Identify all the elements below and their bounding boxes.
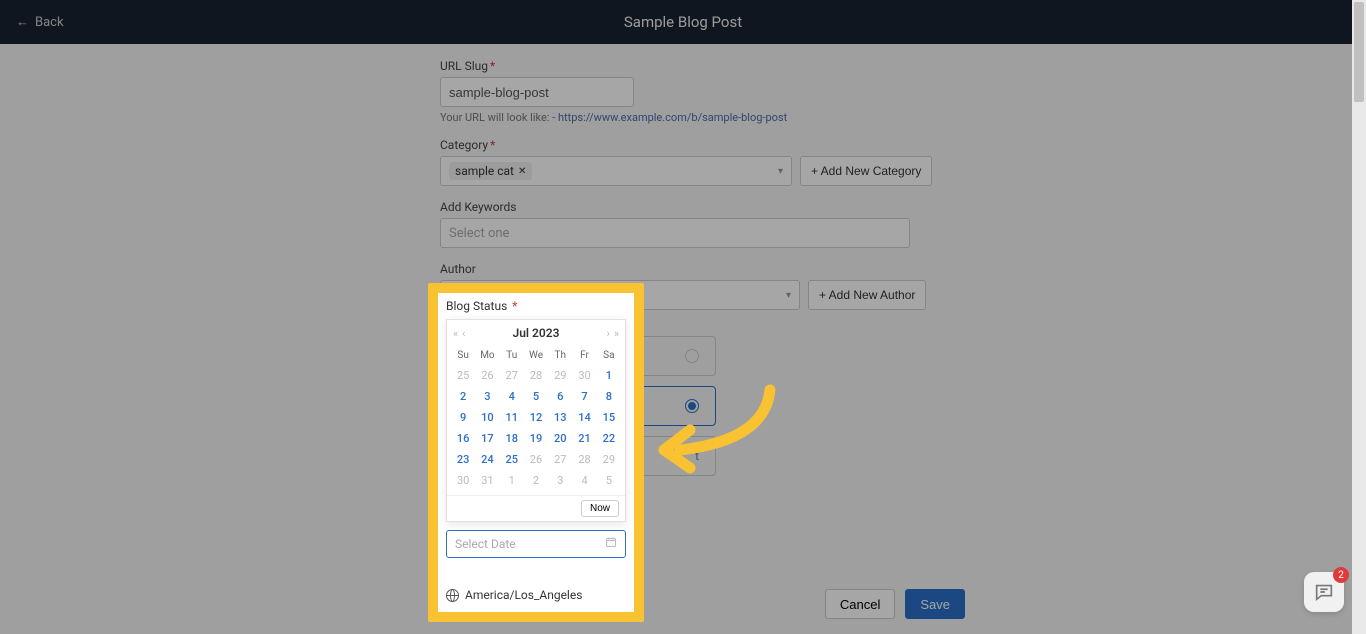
calendar-day[interactable]: 19 bbox=[524, 428, 548, 449]
calendar-day[interactable]: 20 bbox=[548, 428, 572, 449]
calendar-day[interactable]: 22 bbox=[597, 428, 621, 449]
next-year-icon[interactable]: » bbox=[614, 327, 619, 340]
now-button[interactable]: Now bbox=[581, 500, 619, 517]
calendar-dow: Sa bbox=[597, 346, 621, 365]
globe-icon bbox=[446, 589, 459, 602]
scrollbar[interactable] bbox=[1352, 0, 1366, 634]
next-month-icon[interactable]: › bbox=[607, 327, 610, 340]
calendar-dow: Th bbox=[548, 346, 572, 365]
calendar-day[interactable]: 28 bbox=[524, 365, 548, 386]
calendar-day[interactable]: 26 bbox=[475, 365, 499, 386]
calendar-day[interactable]: 16 bbox=[451, 428, 475, 449]
blog-status-label: Blog Status * bbox=[446, 299, 626, 313]
calendar-day[interactable]: 7 bbox=[572, 386, 596, 407]
calendar-day[interactable]: 15 bbox=[597, 407, 621, 428]
calendar-day[interactable]: 30 bbox=[451, 470, 475, 491]
calendar-day[interactable]: 2 bbox=[524, 470, 548, 491]
calendar-day[interactable]: 5 bbox=[597, 470, 621, 491]
calendar-day[interactable]: 27 bbox=[548, 449, 572, 470]
calendar-day[interactable]: 3 bbox=[548, 470, 572, 491]
scrollbar-thumb[interactable] bbox=[1354, 2, 1364, 102]
calendar-day[interactable]: 17 bbox=[475, 428, 499, 449]
calendar-day[interactable]: 2 bbox=[451, 386, 475, 407]
blog-status-panel: Blog Status * « ‹ Jul 2023 › » SuMoTuWeT… bbox=[428, 283, 644, 622]
calendar-day[interactable]: 4 bbox=[572, 470, 596, 491]
timezone-row[interactable]: America/Los_Angeles bbox=[446, 588, 626, 602]
calendar-day[interactable]: 14 bbox=[572, 407, 596, 428]
calendar-day[interactable]: 13 bbox=[548, 407, 572, 428]
date-picker: « ‹ Jul 2023 › » SuMoTuWeThFrSa252627282… bbox=[446, 319, 626, 522]
calendar-day[interactable]: 29 bbox=[597, 449, 621, 470]
prev-month-icon[interactable]: ‹ bbox=[462, 327, 465, 340]
calendar-icon bbox=[605, 536, 617, 552]
calendar-dow: Fr bbox=[572, 346, 596, 365]
calendar-day[interactable]: 4 bbox=[500, 386, 524, 407]
calendar-day[interactable]: 25 bbox=[500, 449, 524, 470]
calendar-day[interactable]: 25 bbox=[451, 365, 475, 386]
calendar-dow: Su bbox=[451, 346, 475, 365]
date-placeholder: Select Date bbox=[455, 537, 516, 551]
calendar-day[interactable]: 12 bbox=[524, 407, 548, 428]
calendar-day[interactable]: 24 bbox=[475, 449, 499, 470]
calendar-dow: Tu bbox=[500, 346, 524, 365]
calendar-footer: Now bbox=[447, 495, 625, 521]
calendar-day[interactable]: 30 bbox=[572, 365, 596, 386]
calendar-day[interactable]: 31 bbox=[475, 470, 499, 491]
calendar-day[interactable]: 23 bbox=[451, 449, 475, 470]
calendar-day[interactable]: 1 bbox=[500, 470, 524, 491]
calendar-day[interactable]: 9 bbox=[451, 407, 475, 428]
chat-widget[interactable]: 2 bbox=[1304, 572, 1344, 612]
calendar-day[interactable]: 29 bbox=[548, 365, 572, 386]
chat-icon bbox=[1313, 581, 1335, 603]
calendar-day[interactable]: 6 bbox=[548, 386, 572, 407]
calendar-day[interactable]: 3 bbox=[475, 386, 499, 407]
calendar-month[interactable]: Jul 2023 bbox=[513, 326, 560, 340]
calendar-day[interactable]: 21 bbox=[572, 428, 596, 449]
required-asterisk: * bbox=[512, 299, 517, 313]
prev-year-icon[interactable]: « bbox=[453, 327, 458, 340]
calendar-day[interactable]: 1 bbox=[597, 365, 621, 386]
calendar-day[interactable]: 28 bbox=[572, 449, 596, 470]
date-input[interactable]: Select Date bbox=[446, 530, 626, 558]
chat-badge: 2 bbox=[1333, 567, 1349, 583]
calendar-day[interactable]: 18 bbox=[500, 428, 524, 449]
calendar-day[interactable]: 26 bbox=[524, 449, 548, 470]
calendar-header: « ‹ Jul 2023 › » bbox=[447, 320, 625, 346]
calendar-day[interactable]: 27 bbox=[500, 365, 524, 386]
calendar-day[interactable]: 8 bbox=[597, 386, 621, 407]
timezone-label: America/Los_Angeles bbox=[465, 588, 582, 602]
calendar-day[interactable]: 10 bbox=[475, 407, 499, 428]
calendar-grid: SuMoTuWeThFrSa25262728293012345678910111… bbox=[447, 346, 625, 495]
calendar-dow: Mo bbox=[475, 346, 499, 365]
calendar-day[interactable]: 5 bbox=[524, 386, 548, 407]
modal-overlay bbox=[0, 0, 1366, 634]
calendar-day[interactable]: 11 bbox=[500, 407, 524, 428]
calendar-dow: We bbox=[524, 346, 548, 365]
